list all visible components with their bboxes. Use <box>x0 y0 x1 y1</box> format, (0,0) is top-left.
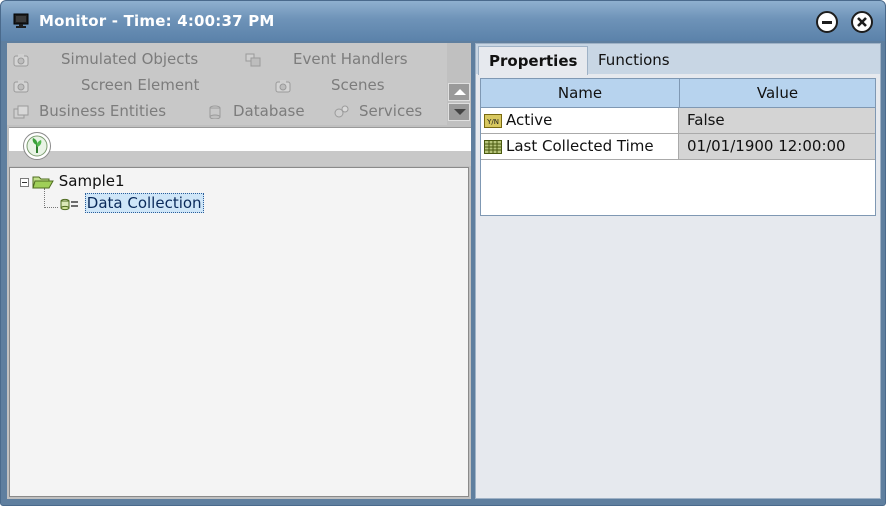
data-collection-icon <box>60 198 78 210</box>
nav-label: Services <box>359 102 423 120</box>
scroll-up-button[interactable] <box>448 83 470 101</box>
nav-label: Business Entities <box>39 102 167 120</box>
explorer-panel: Simulated Objects Event Handlers Screen … <box>7 43 471 499</box>
camera-icon <box>275 79 291 92</box>
nav-item-screen-element[interactable]: Screen Element <box>13 73 199 97</box>
nav-label: Simulated Objects <box>61 50 199 68</box>
tree-node-root[interactable]: Sample1 <box>32 172 125 190</box>
close-button[interactable] <box>851 11 873 33</box>
grid-header: Name Value <box>481 79 875 108</box>
tab-functions[interactable]: Functions <box>588 46 680 74</box>
minimize-button[interactable] <box>816 11 838 33</box>
tree-connector <box>44 188 45 208</box>
nav-item-business-entities[interactable]: Business Entities <box>13 99 166 123</box>
tree-toolbar <box>9 127 471 166</box>
camera-icon <box>13 53 29 66</box>
nav-scroll-arrows <box>448 83 470 123</box>
tree-node-child[interactable]: Data Collection <box>58 193 204 213</box>
nav-label: Database <box>233 102 305 120</box>
property-value-cell[interactable]: 01/01/1900 12:00:00 <box>679 134 875 160</box>
nav-label: Scenes <box>331 76 385 94</box>
tree-node-label: Data Collection <box>84 193 204 213</box>
minus-icon <box>822 21 832 24</box>
property-name: Last Collected Time <box>506 137 654 155</box>
gear-icon <box>334 105 349 117</box>
object-category-nav: Simulated Objects Event Handlers Screen … <box>7 43 447 125</box>
scroll-down-button[interactable] <box>448 103 470 121</box>
object-tree: Sample1 Data Collection <box>9 167 469 497</box>
business-entity-icon <box>13 105 29 118</box>
collapse-toggle[interactable] <box>20 178 29 187</box>
nav-item-services[interactable]: Services <box>333 99 422 123</box>
close-icon <box>857 17 867 27</box>
yes-no-icon: Y/N <box>484 113 502 128</box>
tree-action-button[interactable] <box>23 132 51 160</box>
property-name-cell: Last Collected Time <box>481 134 679 160</box>
database-icon <box>209 105 221 119</box>
nav-label: Screen Element <box>81 76 200 94</box>
nav-item-database[interactable]: Database <box>207 99 305 123</box>
window-title: Monitor - Time: 4:00:37 PM <box>39 12 275 30</box>
monitor-icon <box>13 13 29 28</box>
plant-icon <box>26 135 48 157</box>
property-name-cell: Y/N Active <box>481 108 679 134</box>
event-handler-icon <box>245 53 261 66</box>
tree-connector <box>44 207 58 208</box>
title-bar[interactable]: Monitor - Time: 4:00:37 PM <box>1 1 885 41</box>
tree-node-label: Sample1 <box>58 172 125 190</box>
grid-row[interactable]: Y/N Active False <box>481 108 875 134</box>
nav-item-event-handlers[interactable]: Event Handlers <box>245 47 408 71</box>
svg-text:Y/N: Y/N <box>486 118 499 126</box>
column-header-name[interactable]: Name <box>481 79 680 107</box>
nav-item-scenes[interactable]: Scenes <box>275 73 385 97</box>
details-panel: Properties Functions Name Value Y/N Acti… <box>475 43 881 499</box>
column-header-value[interactable]: Value <box>680 79 875 107</box>
monitor-window: Monitor - Time: 4:00:37 PM Simulated Obj… <box>0 0 886 506</box>
property-value-cell[interactable]: False <box>679 108 875 134</box>
arrow-up-icon <box>454 89 466 95</box>
grid-row[interactable]: Last Collected Time 01/01/1900 12:00:00 <box>481 134 875 160</box>
tab-strip: Properties Functions <box>476 44 880 75</box>
nav-label: Event Handlers <box>293 50 408 68</box>
folder-open-icon <box>32 176 54 188</box>
tab-properties[interactable]: Properties <box>478 46 589 75</box>
properties-grid: Name Value Y/N Active False Last Collect… <box>480 78 876 216</box>
arrow-down-icon <box>454 109 466 115</box>
calendar-icon <box>484 139 502 154</box>
property-name: Active <box>506 111 553 129</box>
camera-icon <box>13 79 29 92</box>
nav-item-simulated-objects[interactable]: Simulated Objects <box>13 47 198 71</box>
